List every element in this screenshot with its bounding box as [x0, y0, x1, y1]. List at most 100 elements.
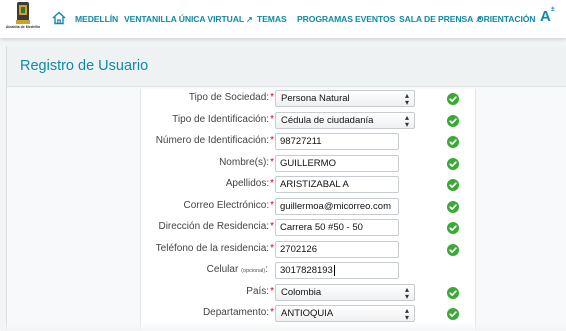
font-size-control[interactable]: A± [540, 6, 555, 25]
field-value: Carrera 50 #50 - 50 [280, 222, 363, 233]
label-suffix: : [265, 264, 268, 275]
select-arrows-icon: ▴ ▾ [404, 306, 409, 322]
field-label: Tipo de Sociedad:* [189, 92, 274, 103]
required-asterisk: * [270, 156, 274, 168]
select-field[interactable]: Persona Natural ▴ ▾ [275, 90, 415, 107]
required-asterisk: * [270, 307, 274, 318]
valid-check-icon [447, 93, 459, 105]
field-label: Apellidos:* [226, 178, 274, 189]
text-input[interactable]: GUILLERMO [275, 154, 399, 172]
form-row: Dirección de Residencia:* Carrera 50 #50 … [0, 217, 566, 239]
select-arrows-icon: ▴ ▾ [404, 284, 409, 301]
required-asterisk: * [270, 135, 274, 146]
field-label-text: Teléfono de la residencia: [155, 242, 270, 254]
nav-temas[interactable]: TEMAS [257, 0, 287, 38]
select-field[interactable]: Colombia ▴ ▾ [275, 283, 415, 301]
text-input[interactable]: 2702126 [275, 240, 399, 258]
nav-label: MEDELLÍN [75, 14, 119, 24]
field-label-text: Tipo de Identificación: [172, 113, 270, 125]
field-label: Número de Identificación:* [156, 135, 274, 146]
text-input[interactable]: 98727211 [275, 133, 399, 150]
required-asterisk: * [270, 113, 274, 125]
field-label-text: Dirección de Residencia: [158, 221, 270, 232]
required-asterisk: * [270, 92, 274, 103]
text-input[interactable]: 3017828193 [275, 262, 399, 279]
field-label-text: Apellidos: [225, 178, 270, 189]
alcaldia-logo[interactable]: Alcaldía de Medellín [4, 2, 42, 36]
field-label: Correo Electrónico:* [184, 200, 275, 211]
page-title: Registro de Usuario [20, 58, 149, 74]
valid-check-icon [447, 308, 459, 320]
field-label-text: Correo Electrónico: [183, 199, 270, 211]
field-label-text: Departamento: [202, 307, 270, 318]
text-input[interactable]: guillermoa@micorreo.com [275, 197, 399, 215]
select-arrows-icon: ▴ ▾ [404, 91, 409, 107]
field-value: Cédula de ciudadanía [281, 114, 374, 126]
nav-medellin[interactable]: MEDELLÍN [75, 0, 118, 38]
field-label: Nombre(s):* [219, 157, 274, 168]
form-row: Nombre(s):* GUILLERMO [0, 153, 566, 175]
valid-check-icon [447, 179, 459, 191]
nav-label: ORIENTACIÓN [477, 14, 536, 24]
field-label: Tipo de Identificación:* [172, 114, 274, 125]
required-asterisk: * [270, 199, 274, 211]
form-row: Número de Identificación:* 98727211 [0, 131, 566, 153]
valid-check-icon [447, 200, 459, 213]
form-row: Teléfono de la residencia:* 2702126 [0, 239, 566, 261]
font-size-letter: A [540, 8, 551, 25]
top-navigation: Alcaldía de Medellín MEDELLÍN VENTANILLA… [0, 0, 566, 38]
field-label: Teléfono de la residencia:* [156, 243, 274, 254]
field-label-text: Nombre(s): [219, 156, 270, 168]
valid-check-icon [447, 157, 459, 170]
nav-label: TEMAS [257, 14, 287, 24]
valid-check-icon [447, 222, 459, 234]
nav-label: VENTANILLA ÚNICA VIRTUAL [124, 14, 244, 24]
nav-ventanilla-unica-virtual[interactable]: VENTANILLA ÚNICA VIRTUAL ↗ [124, 0, 253, 38]
field-value: 98727211 [280, 136, 322, 147]
text-input[interactable]: ARISTIZABAL A [275, 176, 399, 193]
form-row: Apellidos:* ARISTIZABAL A [0, 174, 566, 196]
nav-programas[interactable]: PROGRAMAS [297, 0, 353, 38]
form-row: Tipo de Sociedad:* Persona Natural ▴ ▾ [0, 88, 566, 110]
required-asterisk: * [270, 285, 274, 297]
logo-caption: Alcaldía de Medellín [5, 25, 41, 29]
valid-check-icon [447, 286, 459, 299]
nav-eventos[interactable]: EVENTOS [355, 0, 395, 38]
panel-header: Registro de Usuario [7, 46, 566, 87]
field-label: Dirección de Residencia:* [158, 221, 274, 232]
required-asterisk: * [270, 178, 274, 189]
nav-orientacion[interactable]: ORIENTACIÓN [477, 0, 536, 38]
valid-check-icon [447, 136, 459, 148]
field-label: País:* [246, 286, 274, 297]
form-row: Correo Electrónico:* guillermoa@micorreo.… [0, 196, 566, 218]
field-label-text: Celular [206, 264, 239, 275]
field-value: guillermoa@micorreo.com [280, 200, 392, 212]
home-icon[interactable] [51, 10, 67, 26]
field-value: GUILLERMO [280, 157, 336, 169]
field-label: Departamento:* [203, 307, 274, 318]
select-field[interactable]: ANTIOQUIA ▴ ▾ [275, 305, 415, 322]
field-label-text: País: [246, 285, 270, 297]
external-link-icon: ↗ [245, 15, 253, 24]
form-row: Tipo de Identificación:* Cédula de ciudad… [0, 110, 566, 132]
required-asterisk: * [270, 242, 274, 254]
nav-label: SALA DE PRENSA [399, 14, 474, 24]
select-arrows-icon: ▴ ▾ [404, 112, 409, 129]
nav-sala-de-prensa[interactable]: SALA DE PRENSA ↗ [399, 0, 482, 38]
valid-check-icon [447, 114, 459, 127]
text-cursor [333, 264, 335, 276]
field-label-text: Tipo de Sociedad: [188, 92, 270, 103]
bottom-fade [0, 321, 566, 331]
text-input[interactable]: Carrera 50 #50 - 50 [275, 219, 399, 236]
field-label-text: Número de Identificación: [155, 135, 270, 146]
valid-check-icon [447, 243, 459, 256]
nav-label: PROGRAMAS [297, 14, 353, 24]
field-label: Celular (opcional): [207, 264, 274, 275]
field-value: 3017828193 [280, 265, 333, 276]
field-value: Persona Natural [281, 93, 350, 104]
field-value: ANTIOQUIA [281, 308, 334, 319]
nav-label: EVENTOS [355, 14, 396, 24]
field-value: 2702126 [280, 243, 317, 255]
select-field[interactable]: Cédula de ciudadanía ▴ ▾ [275, 111, 415, 129]
field-value: Colombia [281, 286, 322, 298]
